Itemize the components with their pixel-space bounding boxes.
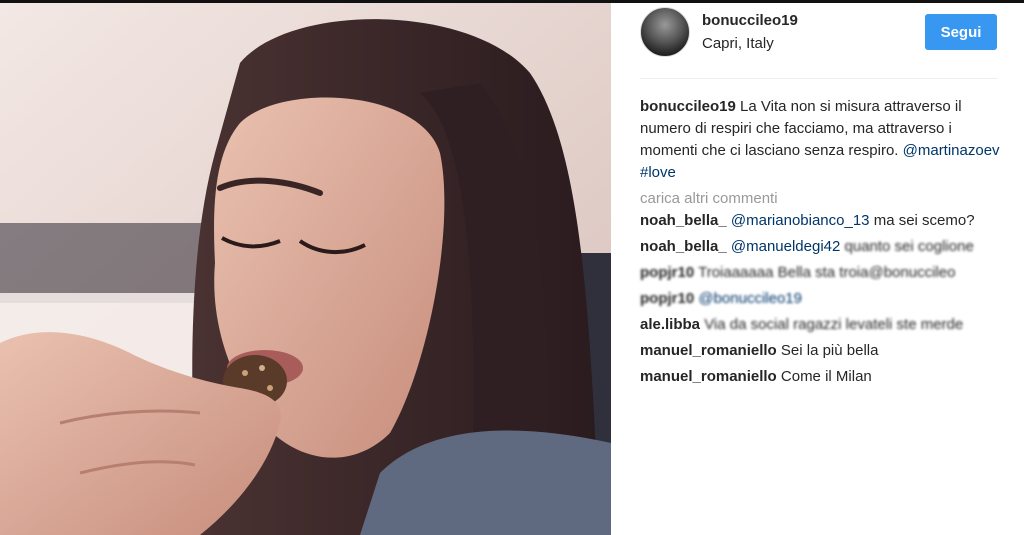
comment-user[interactable]: ale.libba bbox=[640, 316, 700, 333]
comment-user[interactable]: manuel_romaniello bbox=[640, 342, 777, 359]
comment-item: noah_bella_ @marianobianco_13 ma sei sce… bbox=[640, 210, 1010, 232]
comment-text: ma sei scemo? bbox=[873, 212, 975, 229]
instagram-post: bonuccileo19 Capri, Italy Segui bonuccil… bbox=[0, 0, 1024, 535]
follow-button[interactable]: Segui bbox=[925, 14, 997, 50]
load-more-comments[interactable]: carica altri commenti bbox=[640, 188, 1010, 210]
caption-mention[interactable]: @martinazoev bbox=[903, 142, 1000, 159]
comment-mention[interactable]: @bonuccileo19 bbox=[698, 290, 802, 307]
post-sidebar: bonuccileo19 Capri, Italy Segui bonuccil… bbox=[611, 3, 1024, 535]
comment-user[interactable]: manuel_romaniello bbox=[640, 368, 777, 385]
comment-item: ale.libba Via da social ragazzi levateli… bbox=[640, 314, 1010, 336]
comment-item: manuel_romaniello Come il Milan bbox=[640, 366, 1010, 388]
comment-text: quanto sei coglione bbox=[844, 238, 974, 255]
comment-text: Via da social ragazzi levateli ste merde bbox=[704, 316, 964, 333]
post-photo[interactable] bbox=[0, 3, 611, 535]
comment-item: popjr10 Troiaaaaaa Bella sta troia@bonuc… bbox=[640, 262, 1010, 284]
comment-text: Come il Milan bbox=[780, 368, 872, 385]
post-username[interactable]: bonuccileo19 bbox=[702, 12, 798, 29]
comment-user[interactable]: noah_bella_ bbox=[640, 212, 727, 229]
comment-user[interactable]: popjr10 bbox=[640, 290, 694, 307]
comment-item: noah_bella_ @manueldegi42 quanto sei cog… bbox=[640, 236, 1010, 258]
caption-hashtag[interactable]: #love bbox=[640, 164, 676, 181]
caption: bonuccileo19 La Vita non si misura attra… bbox=[640, 96, 1010, 184]
avatar[interactable] bbox=[640, 7, 690, 57]
comment-item: manuel_romaniello Sei la più bella bbox=[640, 340, 1010, 362]
comment-mention[interactable]: @manueldegi42 bbox=[731, 238, 840, 255]
photo-illustration bbox=[0, 3, 611, 535]
divider bbox=[640, 78, 998, 79]
comment-user[interactable]: noah_bella_ bbox=[640, 238, 727, 255]
comment-item: popjr10 @bonuccileo19 bbox=[640, 288, 1010, 310]
comment-text: Troiaaaaaa Bella sta troia@bonuccileo bbox=[698, 264, 956, 281]
comment-user[interactable]: popjr10 bbox=[640, 264, 694, 281]
post-location[interactable]: Capri, Italy bbox=[702, 35, 774, 52]
caption-user[interactable]: bonuccileo19 bbox=[640, 98, 736, 115]
comments-list: bonuccileo19 La Vita non si misura attra… bbox=[640, 96, 1010, 388]
comment-mention[interactable]: @marianobianco_13 bbox=[731, 212, 870, 229]
comment-text: Sei la più bella bbox=[780, 342, 879, 359]
